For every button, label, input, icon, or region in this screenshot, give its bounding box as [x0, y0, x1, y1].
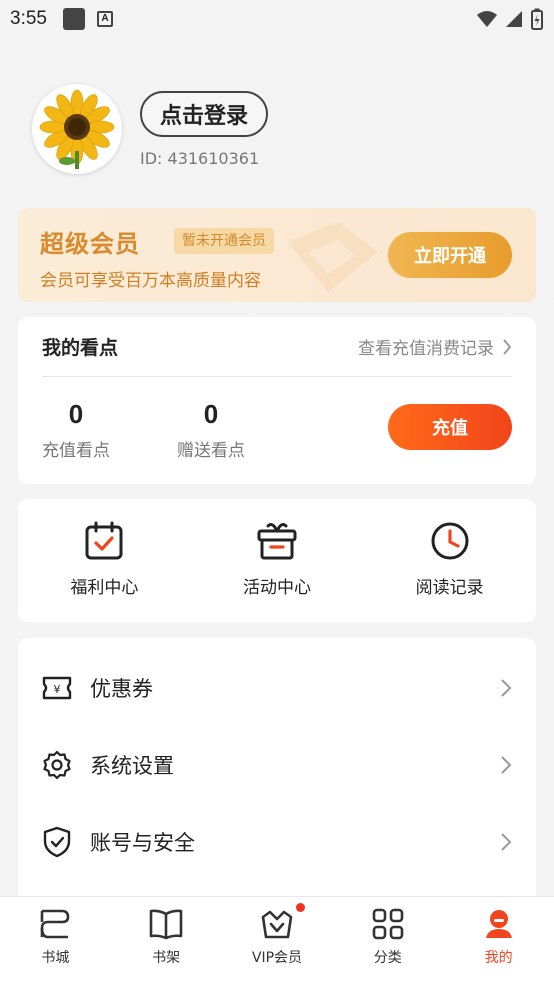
gift-points-label: 赠送看点: [177, 441, 245, 461]
svg-text:¥: ¥: [54, 683, 61, 696]
chevron-right-icon: [501, 679, 512, 697]
status-time: 3:55: [10, 8, 47, 29]
quick-action-label: 福利中心: [70, 578, 139, 598]
menu-item-coupons[interactable]: ¥ 优惠券: [18, 650, 536, 726]
calendar-check-icon: [85, 521, 123, 560]
recharge-records-link[interactable]: 查看充值消费记录: [358, 334, 512, 359]
menu-item-settings[interactable]: 系统设置: [18, 727, 536, 803]
recharge-button[interactable]: 充值: [388, 404, 512, 450]
gift-points-value: 0: [203, 399, 219, 429]
tab-bookstore[interactable]: 书城: [0, 897, 111, 984]
bottom-tab-bar: 书城 书架 VIP会员 分类 我的: [0, 896, 554, 984]
menu-item-label: 账号与安全: [90, 831, 195, 855]
shield-check-icon: [43, 826, 71, 858]
points-card: 我的看点 查看充值消费记录 0 充值看点 0 赠送看点 充值: [18, 317, 536, 484]
tab-vip[interactable]: VIP会员: [222, 897, 333, 984]
wifi-icon: [477, 11, 497, 27]
menu-item-account-security[interactable]: 账号与安全: [18, 804, 536, 880]
signal-icon: [506, 11, 522, 27]
chevron-right-icon: [503, 338, 512, 355]
settings-menu: ¥ 优惠券 系统设置 账号与安全: [18, 638, 536, 918]
clock-icon: [431, 522, 469, 560]
bookshelf-icon: [149, 909, 183, 940]
chevron-right-icon: [501, 756, 512, 774]
recharge-points: 0 充值看点: [42, 399, 110, 461]
quick-action-reading-history[interactable]: 阅读记录: [363, 499, 536, 622]
battery-icon: [531, 8, 543, 30]
status-bar: 3:55 A: [0, 0, 554, 38]
recharge-points-label: 充值看点: [42, 441, 110, 461]
tab-label: 书城: [41, 950, 70, 966]
category-grid-icon: [372, 908, 404, 940]
tab-category[interactable]: 分类: [332, 897, 443, 984]
gift-box-icon: [257, 523, 297, 560]
menu-item-label: 优惠券: [90, 677, 153, 701]
open-vip-button[interactable]: 立即开通: [388, 232, 512, 278]
bookstore-icon: [41, 909, 70, 939]
tab-label: 分类: [373, 950, 402, 966]
chevron-right-icon: [501, 833, 512, 851]
profile-icon: [485, 910, 512, 938]
avatar[interactable]: [32, 84, 122, 174]
tab-label: 书架: [152, 950, 181, 966]
recharge-records-label: 查看充值消费记录: [358, 339, 494, 359]
quick-actions: 福利中心 活动中心 阅读记录: [18, 499, 536, 622]
gear-icon: [43, 750, 71, 780]
quick-action-label: 阅读记录: [415, 578, 484, 598]
vip-crown-icon: [261, 910, 293, 939]
vip-title: 超级会员: [40, 230, 140, 258]
recharge-points-value: 0: [68, 399, 84, 429]
vip-description: 会员可享受百万本高质量内容: [40, 271, 261, 291]
quick-action-label: 活动中心: [243, 578, 311, 598]
tab-label: 我的: [484, 950, 513, 966]
notification-dot: [295, 903, 305, 912]
vip-decoration-icon: [288, 222, 378, 292]
user-id: ID: 431610361: [140, 148, 260, 168]
keyboard-notification-icon: A: [96, 11, 113, 27]
tab-label: VIP会员: [251, 950, 303, 966]
menu-item-label: 系统设置: [90, 754, 174, 778]
notification-icon: [62, 8, 85, 30]
vip-status-badge: 暂未开通会员: [174, 228, 274, 254]
profile-header: 点击登录 ID: 431610361: [32, 84, 269, 174]
tab-profile[interactable]: 我的: [443, 897, 554, 984]
quick-action-events[interactable]: 活动中心: [191, 499, 364, 622]
sunflower-avatar-icon: [39, 89, 115, 169]
vip-banner[interactable]: 超级会员 暂未开通会员 会员可享受百万本高质量内容 立即开通: [18, 208, 536, 302]
quick-action-welfare[interactable]: 福利中心: [18, 499, 191, 622]
login-button[interactable]: 点击登录: [140, 90, 269, 137]
gift-points: 0 赠送看点: [177, 399, 245, 461]
tab-bookshelf[interactable]: 书架: [111, 897, 222, 984]
coupon-icon: ¥: [42, 676, 72, 700]
points-title: 我的看点: [42, 337, 119, 359]
